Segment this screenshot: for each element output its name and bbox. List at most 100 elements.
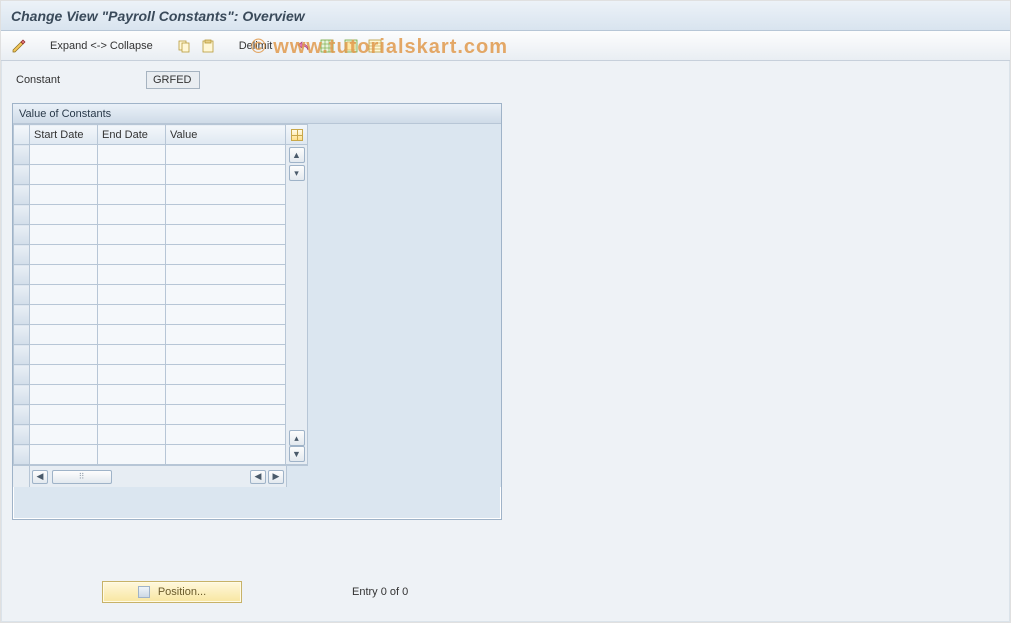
row-selector[interactable]	[14, 445, 30, 465]
table-row[interactable]	[14, 325, 286, 345]
table-cell[interactable]	[166, 165, 286, 185]
table-cell[interactable]	[98, 185, 166, 205]
table-cell[interactable]	[98, 145, 166, 165]
row-selector[interactable]	[14, 265, 30, 285]
table-cell[interactable]	[30, 205, 98, 225]
table-cell[interactable]	[30, 405, 98, 425]
scroll-right-button[interactable]: ▶	[268, 470, 284, 484]
row-selector[interactable]	[14, 345, 30, 365]
table-cell[interactable]	[30, 385, 98, 405]
table-cell[interactable]	[166, 305, 286, 325]
table-cell[interactable]	[98, 225, 166, 245]
table-cell[interactable]	[98, 245, 166, 265]
constants-table[interactable]: Start Date End Date Value	[13, 124, 286, 465]
table-cell[interactable]	[30, 165, 98, 185]
table-row[interactable]	[14, 205, 286, 225]
table-cell[interactable]	[30, 365, 98, 385]
table-cell[interactable]	[166, 405, 286, 425]
copy-button[interactable]	[174, 36, 194, 56]
table-cell[interactable]	[98, 445, 166, 465]
table-row[interactable]	[14, 405, 286, 425]
col-header-end-date[interactable]: End Date	[98, 125, 166, 145]
table-cell[interactable]	[166, 345, 286, 365]
table-cell[interactable]	[30, 445, 98, 465]
row-selector-header[interactable]	[14, 125, 30, 145]
col-header-start-date[interactable]: Start Date	[30, 125, 98, 145]
table-row[interactable]	[14, 285, 286, 305]
row-selector[interactable]	[14, 185, 30, 205]
table-cell[interactable]	[166, 425, 286, 445]
table-cell[interactable]	[30, 305, 98, 325]
table-cell[interactable]	[166, 385, 286, 405]
table-row[interactable]	[14, 345, 286, 365]
table-cell[interactable]	[98, 405, 166, 425]
select-all-button[interactable]	[317, 36, 337, 56]
row-selector[interactable]	[14, 225, 30, 245]
scroll-thumb[interactable]: ⠿	[52, 470, 112, 484]
row-selector[interactable]	[14, 405, 30, 425]
scroll-left-button[interactable]: ◀	[32, 470, 48, 484]
table-row[interactable]	[14, 445, 286, 465]
table-cell[interactable]	[98, 265, 166, 285]
table-cell[interactable]	[166, 445, 286, 465]
table-cell[interactable]	[166, 285, 286, 305]
table-cell[interactable]	[98, 365, 166, 385]
scroll-up-thumb[interactable]: ▾	[289, 165, 305, 181]
horizontal-scrollbar[interactable]: ◀ ⠿ ◀ ▶	[30, 466, 286, 487]
table-cell[interactable]	[98, 385, 166, 405]
vertical-scrollbar[interactable]: ▲ ▾ ▴ ▼	[286, 145, 308, 465]
table-row[interactable]	[14, 265, 286, 285]
deselect-all-button[interactable]	[341, 36, 361, 56]
table-cell[interactable]	[30, 225, 98, 245]
row-selector[interactable]	[14, 145, 30, 165]
scroll-right-inner-button[interactable]: ◀	[250, 470, 266, 484]
toggle-edit-button[interactable]	[9, 36, 29, 56]
table-cell[interactable]	[166, 145, 286, 165]
table-cell[interactable]	[98, 305, 166, 325]
table-cell[interactable]	[98, 205, 166, 225]
table-cell[interactable]	[166, 225, 286, 245]
table-config-button[interactable]	[286, 124, 308, 145]
table-cell[interactable]	[30, 285, 98, 305]
row-selector[interactable]	[14, 245, 30, 265]
expand-collapse-button[interactable]: Expand <-> Collapse	[43, 36, 160, 56]
table-row[interactable]	[14, 305, 286, 325]
table-view-button[interactable]	[365, 36, 385, 56]
table-row[interactable]	[14, 365, 286, 385]
row-selector[interactable]	[14, 285, 30, 305]
table-row[interactable]	[14, 145, 286, 165]
table-cell[interactable]	[30, 265, 98, 285]
table-cell[interactable]	[166, 185, 286, 205]
table-row[interactable]	[14, 165, 286, 185]
row-selector[interactable]	[14, 385, 30, 405]
table-cell[interactable]	[98, 165, 166, 185]
table-cell[interactable]	[98, 425, 166, 445]
table-cell[interactable]	[98, 325, 166, 345]
table-cell[interactable]	[30, 345, 98, 365]
table-row[interactable]	[14, 245, 286, 265]
table-row[interactable]	[14, 185, 286, 205]
scroll-down-button[interactable]: ▼	[289, 446, 305, 462]
table-cell[interactable]	[166, 205, 286, 225]
table-cell[interactable]	[30, 245, 98, 265]
row-selector[interactable]	[14, 305, 30, 325]
table-row[interactable]	[14, 385, 286, 405]
table-cell[interactable]	[98, 345, 166, 365]
table-cell[interactable]	[166, 365, 286, 385]
scroll-down-thumb[interactable]: ▴	[289, 430, 305, 446]
row-selector[interactable]	[14, 205, 30, 225]
row-selector[interactable]	[14, 365, 30, 385]
position-button[interactable]: Position...	[102, 581, 242, 603]
table-cell[interactable]	[166, 325, 286, 345]
col-header-value[interactable]: Value	[166, 125, 286, 145]
table-cell[interactable]	[166, 265, 286, 285]
row-selector[interactable]	[14, 425, 30, 445]
row-selector[interactable]	[14, 325, 30, 345]
table-row[interactable]	[14, 225, 286, 245]
table-row[interactable]	[14, 425, 286, 445]
paste-button[interactable]	[198, 36, 218, 56]
table-cell[interactable]	[30, 325, 98, 345]
table-cell[interactable]	[30, 145, 98, 165]
row-selector[interactable]	[14, 165, 30, 185]
scroll-up-button[interactable]: ▲	[289, 147, 305, 163]
